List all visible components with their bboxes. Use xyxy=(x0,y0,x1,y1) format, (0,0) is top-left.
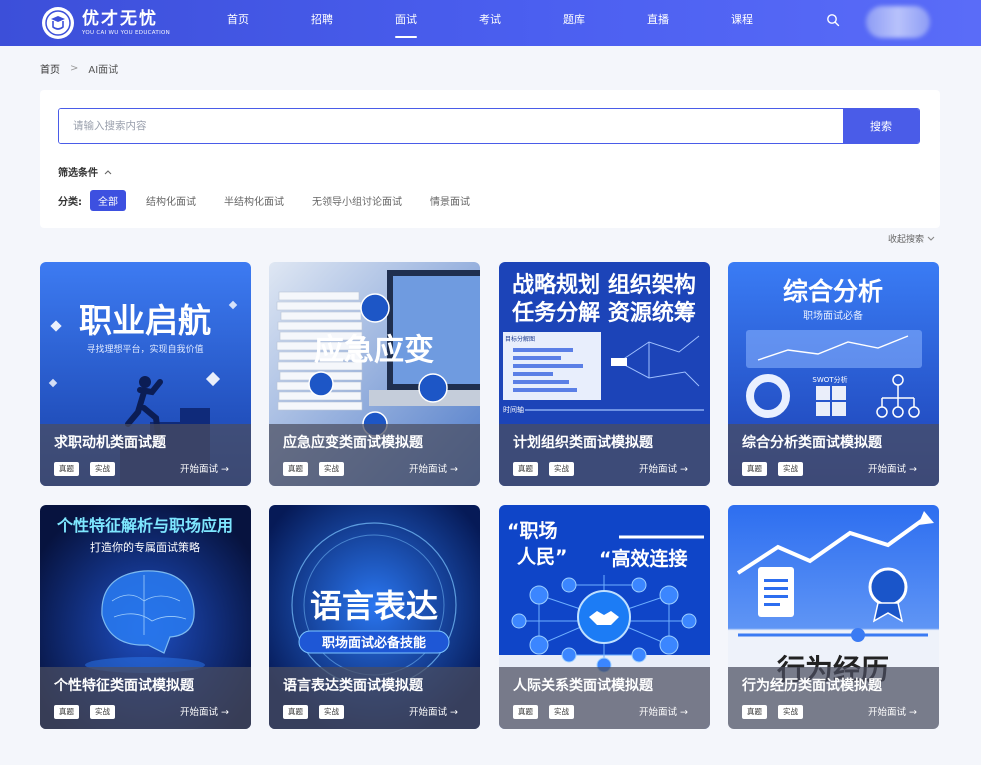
tag-real-exam: 真题 xyxy=(513,462,538,476)
tag-real-exam: 真题 xyxy=(283,462,308,476)
tag-real-exam: 真题 xyxy=(283,705,308,719)
start-interview-button[interactable]: 开始面试 → xyxy=(409,461,458,475)
art-timeline-label: 时间轴 xyxy=(503,405,524,414)
nav-exam[interactable]: 考试 xyxy=(448,0,532,46)
card-title: 应急应变类面试模拟题 xyxy=(283,435,423,451)
breadcrumb: 首页 > AI面试 xyxy=(40,61,118,76)
search-input[interactable] xyxy=(59,109,843,143)
art-main-text: 个性特征解析与职场应用 xyxy=(56,516,233,535)
art-sub-text: 职场面试必备 xyxy=(803,309,863,322)
tag-real-exam: 真题 xyxy=(742,705,767,719)
start-interview-button[interactable]: 开始面试 → xyxy=(180,461,229,475)
art-line-2: 任务分解 资源统筹 xyxy=(511,300,696,326)
tag-real-exam: 真题 xyxy=(54,705,79,719)
category-label: 分类: xyxy=(58,197,82,208)
tag-real-exam: 真题 xyxy=(513,705,538,719)
main-nav: 首页 招聘 面试 考试 题库 直播 课程 xyxy=(196,0,784,46)
search-icon[interactable] xyxy=(826,13,840,27)
art-sub-text: 打造你的专属面试策略 xyxy=(90,540,200,554)
tag-practice: 实战 xyxy=(778,462,803,476)
search-panel: 搜索 筛选条件 分类: 全部 结构化面试 半结构化面试 无领导小组讨论面试 情景… xyxy=(40,90,940,228)
card-title: 综合分析类面试模拟题 xyxy=(742,435,882,451)
card-title: 人际关系类面试模拟题 xyxy=(513,678,653,694)
category-all[interactable]: 全部 xyxy=(90,190,126,211)
card-expression[interactable]: 语言表达 职场面试必备技能 语言表达类面试模拟题 真题 实战 开始面试 → xyxy=(269,505,480,729)
card-title: 求职动机类面试题 xyxy=(54,435,166,451)
tag-practice: 实战 xyxy=(549,462,574,476)
card-title: 行为经历类面试模拟题 xyxy=(742,678,882,694)
logo-subtitle: YOU CAI WU YOU EDUCATION xyxy=(82,30,171,36)
collapse-search-label: 收起搜索 xyxy=(888,235,925,245)
nav-home[interactable]: 首页 xyxy=(196,0,280,46)
tag-practice: 实战 xyxy=(778,705,803,719)
filter-toggle[interactable]: 筛选条件 xyxy=(58,164,112,179)
category-semi-structured[interactable]: 半结构化面试 xyxy=(216,190,292,211)
logo-emblem-icon xyxy=(42,7,74,39)
chevron-up-icon xyxy=(104,169,112,174)
art-chart-label: 目标分解图 xyxy=(505,335,535,343)
art-main-text: 综合分析 xyxy=(783,277,883,306)
category-situational[interactable]: 情景面试 xyxy=(422,190,478,211)
logo[interactable]: 优才无忧 YOU CAI WU YOU EDUCATION xyxy=(42,6,170,40)
tag-practice: 实战 xyxy=(549,705,574,719)
tag-practice: 实战 xyxy=(90,462,115,476)
chevron-down-icon xyxy=(927,236,935,241)
card-analysis[interactable]: 综合分析 职场面试必备 SWOT分析 综合分析类面试模拟题 真题 实战 开始面试… xyxy=(728,262,939,486)
card-title: 语言表达类面试模拟题 xyxy=(283,678,423,694)
logo-title: 优才无忧 xyxy=(82,9,158,29)
art-swot-label: SWOT分析 xyxy=(812,375,847,384)
category-structured[interactable]: 结构化面试 xyxy=(138,190,204,211)
card-planning[interactable]: 战略规划 组织架构 任务分解 资源统筹 目标分解图 时间轴 计划组织类面试模拟题… xyxy=(499,262,710,486)
start-interview-button[interactable]: 开始面试 → xyxy=(639,704,688,718)
art-main-text: 语言表达 xyxy=(310,587,438,625)
tag-real-exam: 真题 xyxy=(54,462,79,476)
card-title: 计划组织类面试模拟题 xyxy=(513,435,653,451)
collapse-search-link[interactable]: 收起搜索 xyxy=(888,232,935,245)
category-filter: 分类: 全部 结构化面试 半结构化面试 无领导小组讨论面试 情景面试 xyxy=(58,190,490,211)
start-interview-button[interactable]: 开始面试 → xyxy=(409,704,458,718)
tag-practice: 实战 xyxy=(319,462,344,476)
start-interview-button[interactable]: 开始面试 → xyxy=(868,704,917,718)
nav-interview[interactable]: 面试 xyxy=(364,0,448,46)
tag-real-exam: 真题 xyxy=(742,462,767,476)
card-emergency[interactable]: 应急应变 应急应变类面试模拟题 真题 实战 开始面试 → xyxy=(269,262,480,486)
art-line-2: 人民” xyxy=(517,546,568,568)
nav-recruit[interactable]: 招聘 xyxy=(280,0,364,46)
art-sub-text: 职场面试必备技能 xyxy=(322,635,426,651)
art-sub-text: 寻找理想平台，实现自我价值 xyxy=(86,343,203,355)
card-relationship[interactable]: “职场 人民” “高效连接 人际关系类面试模拟题 真题 实战 开始面试 → xyxy=(499,505,710,729)
start-interview-button[interactable]: 开始面试 → xyxy=(180,704,229,718)
card-motivation[interactable]: 职业启航 寻找理想平台，实现自我价值 求职动机类面试题 真题 实战 开始面试 → xyxy=(40,262,251,486)
search-bar: 搜索 xyxy=(58,108,920,144)
tag-practice: 实战 xyxy=(90,705,115,719)
avatar[interactable] xyxy=(866,6,930,38)
search-button[interactable]: 搜索 xyxy=(843,109,919,143)
art-line-1: “职场 xyxy=(507,520,558,542)
start-interview-button[interactable]: 开始面试 → xyxy=(639,461,688,475)
art-line-3: “高效连接 xyxy=(599,547,688,570)
nav-question-bank[interactable]: 题库 xyxy=(532,0,616,46)
art-main-text: 职业启航 xyxy=(79,301,211,340)
top-navbar: 优才无忧 YOU CAI WU YOU EDUCATION 首页 招聘 面试 考… xyxy=(0,0,981,46)
art-line-1: 战略规划 组织架构 xyxy=(512,272,696,298)
filter-title: 筛选条件 xyxy=(58,168,98,179)
chevron-right-icon: > xyxy=(70,63,79,74)
card-title: 个性特征类面试模拟题 xyxy=(54,678,194,694)
nav-live[interactable]: 直播 xyxy=(616,0,700,46)
breadcrumb-current: AI面试 xyxy=(88,65,119,76)
start-interview-button[interactable]: 开始面试 → xyxy=(868,461,917,475)
breadcrumb-home[interactable]: 首页 xyxy=(40,61,60,76)
card-behavior[interactable]: 行为经历 行为经历类面试模拟题 真题 实战 开始面试 → xyxy=(728,505,939,729)
art-main-text: 应急应变 xyxy=(314,333,434,368)
card-personality[interactable]: 个性特征解析与职场应用 打造你的专属面试策略 个性特征类面试模拟题 真题 实战 … xyxy=(40,505,251,729)
tag-practice: 实战 xyxy=(319,705,344,719)
category-leaderless-group[interactable]: 无领导小组讨论面试 xyxy=(304,190,410,211)
nav-course[interactable]: 课程 xyxy=(700,0,784,46)
